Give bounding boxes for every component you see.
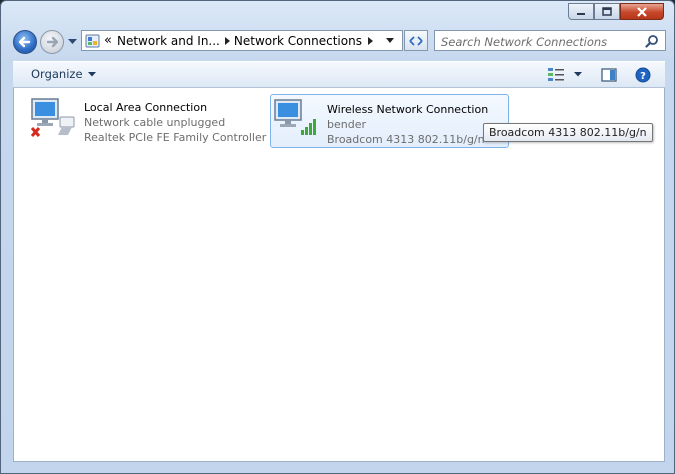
navigation-buttons (13, 30, 79, 54)
address-history-dropdown-icon[interactable] (385, 37, 397, 45)
help-icon[interactable]: ? (635, 67, 651, 83)
wired-network-icon (30, 98, 75, 137)
address-bar[interactable]: « Network and In... Network Connections (81, 30, 403, 51)
connection-status: bender (327, 118, 366, 131)
chevron-down-icon (574, 72, 582, 77)
maximize-icon (602, 7, 612, 16)
search-box (434, 30, 666, 51)
back-arrow-icon (18, 36, 31, 48)
connection-name: Local Area Connection (84, 101, 208, 114)
connections-list: Local Area Connection Network cable unpl… (13, 88, 665, 462)
forward-button[interactable] (40, 30, 64, 54)
connection-device: Broadcom 4313 802.11b/g/n (327, 133, 485, 146)
connection-device: Realtek PCIe FE Family Controller (84, 131, 267, 144)
svg-text:?: ? (640, 71, 646, 82)
search-icon[interactable] (645, 34, 659, 48)
wireless-network-icon (274, 99, 316, 135)
organize-label: Organize (31, 67, 83, 81)
breadcrumb-separator-icon[interactable] (220, 36, 234, 46)
close-icon (637, 6, 647, 17)
explorer-window: « Network and In... Network Connections … (0, 0, 675, 474)
close-button[interactable] (620, 3, 664, 20)
search-input[interactable] (441, 33, 641, 51)
connection-item-wireless[interactable]: Wireless Network Connection bender Broad… (270, 94, 509, 148)
maximize-button[interactable] (594, 3, 620, 20)
caption-buttons (568, 3, 664, 20)
connection-text: Local Area Connection Network cable unpl… (84, 100, 266, 145)
breadcrumb-separator-icon[interactable] (362, 36, 378, 46)
device-tooltip: Broadcom 4313 802.11b/g/n (483, 123, 653, 142)
preview-pane-icon[interactable] (601, 68, 617, 82)
forward-arrow-icon (46, 36, 59, 48)
back-button[interactable] (13, 30, 37, 54)
breadcrumb-segment-network-connections[interactable]: Network Connections (234, 34, 362, 48)
minimize-button[interactable] (568, 3, 594, 20)
refresh-button[interactable] (404, 30, 428, 51)
view-options-icon (548, 68, 564, 81)
minimize-icon (577, 12, 585, 15)
connection-status: Network cable unplugged (84, 116, 226, 129)
connection-text: Wireless Network Connection bender Broad… (327, 102, 488, 147)
breadcrumb-root-chevron[interactable]: « (104, 33, 112, 48)
chevron-down-icon (87, 71, 96, 76)
organize-button[interactable]: Organize (31, 67, 96, 81)
connection-item-local-area[interactable]: Local Area Connection Network cable unpl… (28, 93, 278, 147)
control-panel-icon (85, 34, 100, 47)
refresh-icon (409, 35, 423, 46)
recent-pages-dropdown-icon[interactable] (68, 39, 77, 45)
breadcrumb-segment-network-and-internet[interactable]: Network and In... (117, 34, 220, 48)
command-bar: Organize ? (13, 61, 665, 88)
change-view-button[interactable] (547, 67, 582, 82)
connection-name: Wireless Network Connection (327, 103, 489, 116)
